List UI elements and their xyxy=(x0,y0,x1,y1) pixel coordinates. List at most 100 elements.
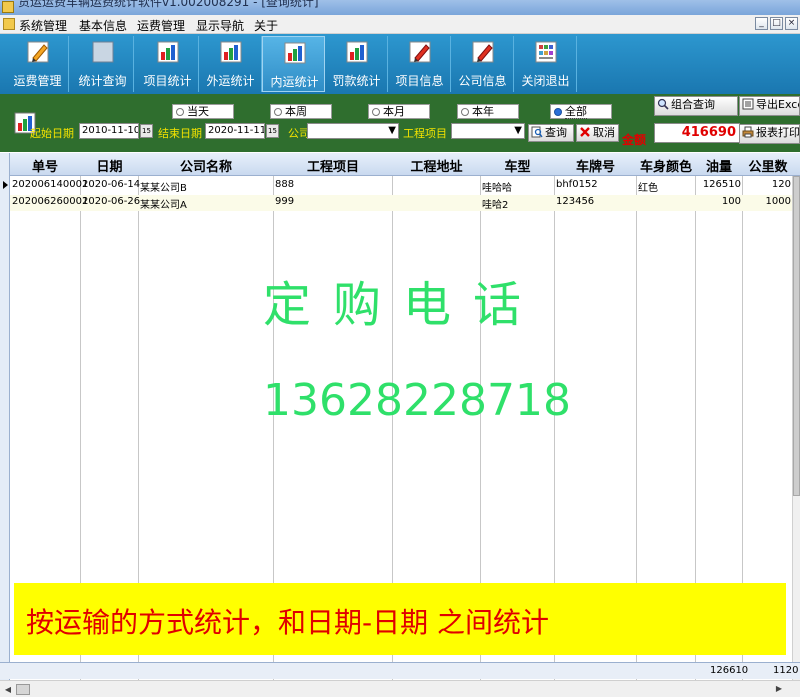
project-select[interactable]: ▼ xyxy=(451,123,525,139)
scroll-left-icon[interactable]: ◀ xyxy=(2,684,14,695)
cell-plate: 123456 xyxy=(556,196,595,207)
toolbar-label: 项目统计 xyxy=(143,74,192,88)
column-header-date[interactable]: 日期 xyxy=(81,156,138,175)
minimize-button[interactable]: _ xyxy=(755,17,768,30)
data-grid[interactable]: 单号 日期 公司名称 工程项目 工程地址 车型 车牌号 车身颜色 油量 公里数 … xyxy=(0,153,800,680)
export-excel-label: 导出Excel xyxy=(756,98,799,111)
scrollbar-thumb[interactable] xyxy=(793,176,800,496)
toolbar-project-stats-button[interactable]: 项目统计 xyxy=(136,36,199,92)
start-date-label: 起始日期 xyxy=(30,127,74,140)
combo-query-button[interactable]: 组合查询 xyxy=(654,96,738,116)
radio-today[interactable]: 当天 xyxy=(172,104,234,119)
horizontal-scrollbar[interactable]: ◀ ▶ xyxy=(0,680,800,697)
column-header-km[interactable]: 公里数 xyxy=(743,156,793,175)
scrollbar-thumb[interactable] xyxy=(16,684,30,695)
amount-value: 416690 xyxy=(654,123,740,143)
cancel-button[interactable]: 取消 xyxy=(576,124,619,142)
cell-project: 999 xyxy=(275,196,295,207)
toolbar-project-info-button[interactable]: 项目信息 xyxy=(388,36,451,92)
column-header-vehicle-type[interactable]: 车型 xyxy=(481,156,554,175)
query-button-label: 查询 xyxy=(545,126,567,139)
app-icon xyxy=(2,1,14,13)
toolbar-label: 内运统计 xyxy=(270,75,319,89)
toolbar-label: 统计查询 xyxy=(78,74,127,88)
column-header-plate[interactable]: 车牌号 xyxy=(555,156,636,175)
menu-about[interactable]: 关于 xyxy=(254,17,278,34)
table-row[interactable]: 202006140001 2020-06-14 某某公司B 888 哇哈哈 bh… xyxy=(10,178,792,194)
pencil-icon xyxy=(472,41,494,63)
row-selector-column[interactable] xyxy=(0,153,10,680)
vertical-scrollbar[interactable] xyxy=(792,176,800,680)
filter-panel: 当天 本周 本月 本年 全部 起始日期 2010-11-10 15 结束日期 2… xyxy=(0,94,800,152)
maximize-button[interactable]: □ xyxy=(770,17,783,30)
toolbar-company-info-button[interactable]: 公司信息 xyxy=(451,36,514,92)
phone-number-watermark: 13628228718 xyxy=(263,375,571,426)
column-header-project[interactable]: 工程项目 xyxy=(274,156,392,175)
company-select[interactable]: ▼ xyxy=(307,123,399,139)
pencil-icon xyxy=(409,41,431,63)
toolbar-freight-button[interactable]: 运费管理 xyxy=(6,36,69,92)
grid-header: 单号 日期 公司名称 工程项目 工程地址 车型 车牌号 车身颜色 油量 公里数 xyxy=(0,153,800,176)
calendar-icon[interactable]: 15 xyxy=(140,124,153,138)
start-date-input[interactable]: 2010-11-10 xyxy=(79,123,139,139)
toolbar-internal-stats-button[interactable]: 内运统计 xyxy=(262,36,325,92)
scroll-right-icon[interactable]: ▶ xyxy=(776,684,782,693)
toolbar-fine-stats-button[interactable]: 罚款统计 xyxy=(325,36,388,92)
total-km: 1120 xyxy=(773,665,799,676)
toolbar: 运费管理 统计查询 项目统计 外运统计 内运统计 罚款统计 项目信息 公司信息 … xyxy=(0,34,800,94)
project-label: 工程项目 xyxy=(403,127,447,140)
menu-basic-info[interactable]: 基本信息 xyxy=(79,17,127,34)
cell-vehicle-type: 哇哈哈 xyxy=(482,183,512,194)
toolbar-label: 项目信息 xyxy=(395,74,444,88)
query-button[interactable]: 查询 xyxy=(528,124,574,142)
column-header-fuel[interactable]: 油量 xyxy=(696,156,742,175)
grid-icon xyxy=(535,41,557,63)
print-report-button[interactable]: 报表打印 xyxy=(739,124,800,144)
toolbar-stats-query-button[interactable]: 统计查询 xyxy=(71,36,134,92)
toolbar-exit-button[interactable]: 关闭退出 xyxy=(514,36,577,92)
document-icon[interactable] xyxy=(3,18,15,30)
cell-date: 2020-06-26 xyxy=(82,196,141,207)
print-report-label: 报表打印 xyxy=(756,126,800,139)
title-bar: 货运运费车辆运费统计软件v1.002008291 - [查询统计] xyxy=(0,0,800,15)
radio-dot-icon xyxy=(554,108,562,116)
cancel-button-label: 取消 xyxy=(593,126,615,139)
radio-all[interactable]: 全部 xyxy=(550,104,612,119)
column-header-order-no[interactable]: 单号 xyxy=(10,156,80,175)
export-excel-button[interactable]: 导出Excel xyxy=(739,96,800,116)
window-title: 货运运费车辆运费统计软件v1.002008291 - [查询统计] xyxy=(18,0,319,9)
export-icon xyxy=(742,98,754,110)
notice-text: 按运输的方式统计，和日期-日期 之间统计 xyxy=(26,606,550,639)
menu-system[interactable]: 系统管理 xyxy=(19,17,67,34)
radio-this-year[interactable]: 本年 xyxy=(457,104,519,119)
close-button[interactable]: × xyxy=(785,17,798,30)
cell-fuel: 100 xyxy=(721,196,741,207)
close-icon xyxy=(580,127,590,137)
amount-label: 金额 xyxy=(622,133,647,147)
cell-company: 某某公司A xyxy=(140,200,187,211)
cell-fuel: 126510 xyxy=(702,179,741,190)
toolbar-label: 关闭退出 xyxy=(521,74,570,88)
cell-company: 某某公司B xyxy=(140,183,187,194)
cell-vehicle-type: 哇哈2 xyxy=(482,200,509,211)
search-icon xyxy=(531,126,543,138)
table-row[interactable]: 202006260001 2020-06-26 某某公司A 999 哇哈2 12… xyxy=(10,195,792,211)
grid-totals-row: 126610 1120 xyxy=(0,662,800,679)
column-header-color[interactable]: 车身颜色 xyxy=(637,156,695,175)
column-header-address[interactable]: 工程地址 xyxy=(393,156,480,175)
radio-this-week[interactable]: 本周 xyxy=(270,104,332,119)
calendar-icon[interactable]: 15 xyxy=(266,124,279,138)
radio-dot-icon xyxy=(176,108,184,116)
radio-this-month[interactable]: 本月 xyxy=(368,104,430,119)
end-date-input[interactable]: 2020-11-11 xyxy=(205,123,265,139)
toolbar-external-stats-button[interactable]: 外运统计 xyxy=(199,36,262,92)
cell-color: 红色 xyxy=(638,183,658,194)
menu-freight[interactable]: 运费管理 xyxy=(137,17,185,34)
search-icon xyxy=(657,98,669,110)
cell-project: 888 xyxy=(275,179,295,190)
total-fuel: 126610 xyxy=(710,665,749,676)
column-header-company[interactable]: 公司名称 xyxy=(139,156,273,175)
cell-km: 120 xyxy=(771,179,791,190)
bar-chart-icon xyxy=(284,42,306,64)
menu-navigation[interactable]: 显示导航 xyxy=(196,17,244,34)
